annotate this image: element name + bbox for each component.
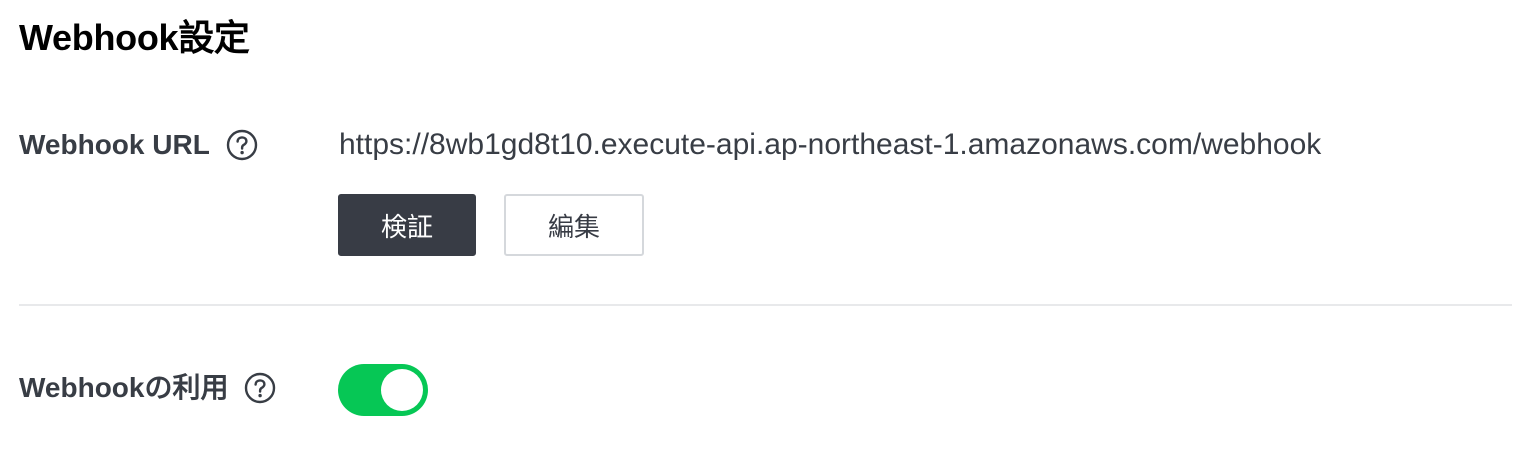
help-icon[interactable] — [226, 129, 258, 161]
webhook-use-label-row: Webhookの利用 — [19, 368, 276, 408]
webhook-use-label: Webhookの利用 — [19, 372, 229, 403]
webhook-url-value: https://8wb1gd8t10.execute-api.ap-northe… — [339, 128, 1322, 161]
toggle-knob — [381, 369, 423, 411]
webhook-use-toggle[interactable] — [338, 364, 428, 416]
webhook-url-label-row: Webhook URL — [19, 125, 258, 165]
help-icon[interactable] — [244, 372, 276, 404]
webhook-url-label: Webhook URL — [19, 129, 210, 160]
edit-button[interactable]: 編集 — [504, 194, 644, 256]
verify-button[interactable]: 検証 — [338, 194, 476, 256]
divider — [19, 304, 1512, 306]
page-title: Webhook設定 — [19, 17, 250, 58]
